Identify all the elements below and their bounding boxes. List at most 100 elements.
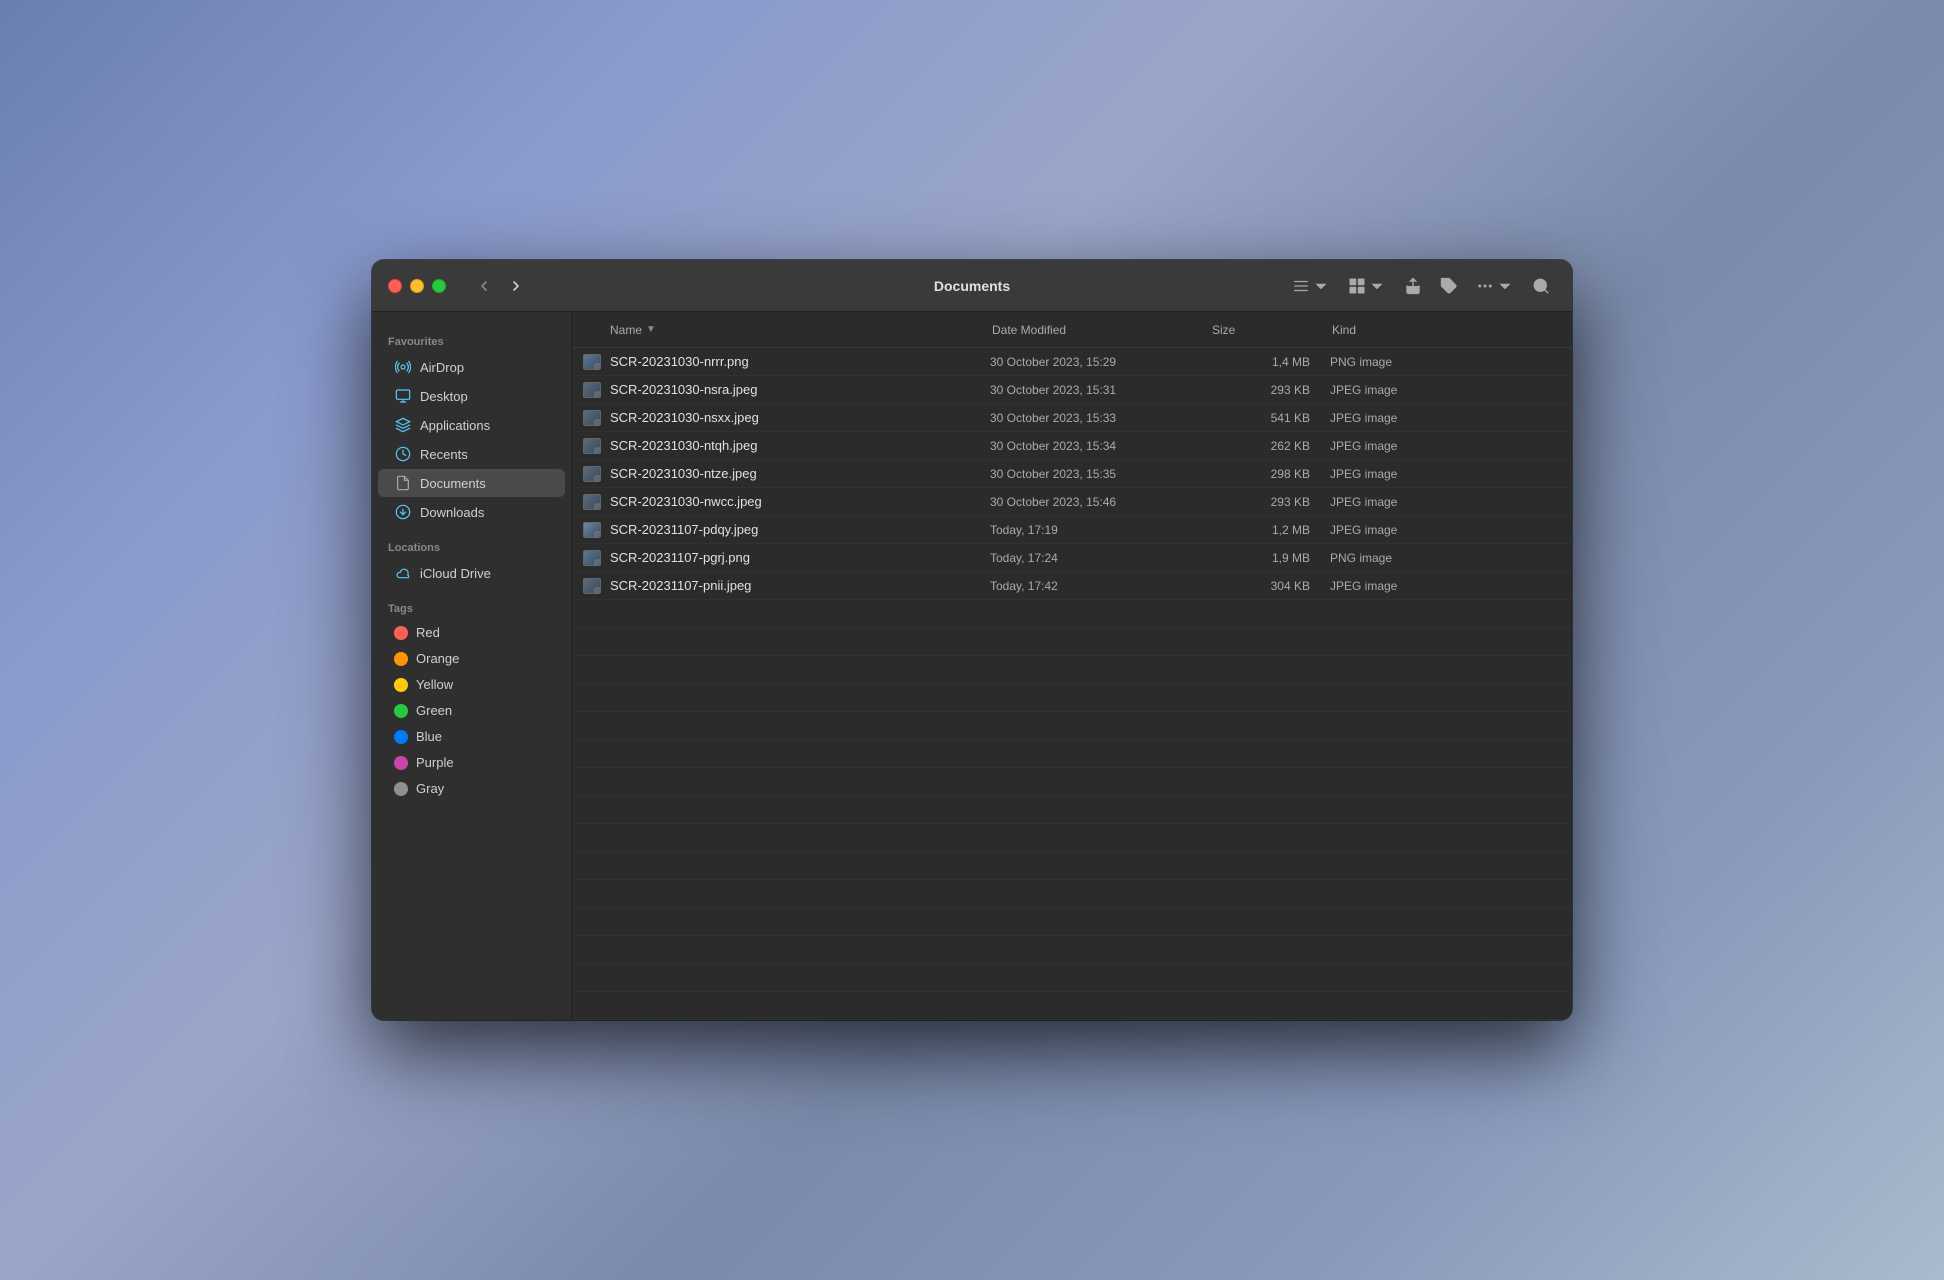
file-icon [582, 464, 602, 484]
file-date: 30 October 2023, 15:31 [990, 383, 1210, 397]
table-row[interactable]: SCR-20231107-pnii.jpeg Today, 17:42 304 … [572, 572, 1572, 600]
table-row[interactable]: SCR-20231107-pdqy.jpeg Today, 17:19 1,2 … [572, 516, 1572, 544]
file-kind: JPEG image [1330, 495, 1562, 509]
empty-row [572, 628, 1572, 656]
table-row[interactable]: SCR-20231030-nrrr.png 30 October 2023, 1… [572, 348, 1572, 376]
file-date: 30 October 2023, 15:46 [990, 495, 1210, 509]
tag-yellow-label: Yellow [416, 677, 453, 692]
file-size: 304 KB [1210, 579, 1330, 593]
tag-purple-label: Purple [416, 755, 454, 770]
sidebar-item-tag-gray[interactable]: Gray [378, 776, 565, 801]
file-icon [582, 548, 602, 568]
table-row[interactable]: SCR-20231030-nsra.jpeg 30 October 2023, … [572, 376, 1572, 404]
table-row[interactable]: SCR-20231030-ntqh.jpeg 30 October 2023, … [572, 432, 1572, 460]
tag-gray-label: Gray [416, 781, 444, 796]
empty-row [572, 992, 1572, 1020]
yellow-tag-dot [394, 678, 408, 692]
file-size: 293 KB [1210, 495, 1330, 509]
empty-row [572, 852, 1572, 880]
empty-row [572, 740, 1572, 768]
sidebar-item-tag-blue[interactable]: Blue [378, 724, 565, 749]
list-view-button[interactable] [1286, 273, 1336, 299]
tag-red-label: Red [416, 625, 440, 640]
downloads-label: Downloads [420, 505, 484, 520]
file-name: SCR-20231030-nsra.jpeg [610, 382, 990, 397]
more-options-button[interactable] [1470, 273, 1520, 299]
blue-tag-dot [394, 730, 408, 744]
file-icon [582, 380, 602, 400]
sidebar-item-icloud[interactable]: iCloud Drive [378, 559, 565, 587]
tag-green-label: Green [416, 703, 452, 718]
maximize-button[interactable] [432, 279, 446, 293]
file-rows: SCR-20231030-nrrr.png 30 October 2023, 1… [572, 348, 1572, 1020]
share-button[interactable] [1398, 273, 1428, 299]
empty-row [572, 712, 1572, 740]
back-button[interactable] [470, 272, 498, 300]
sidebar-item-applications[interactable]: Applications [378, 411, 565, 439]
applications-icon [394, 416, 412, 434]
file-icon [582, 520, 602, 540]
sidebar: Favourites AirDrop [372, 312, 572, 1020]
recents-label: Recents [420, 447, 468, 462]
red-tag-dot [394, 626, 408, 640]
file-date: 30 October 2023, 15:33 [990, 411, 1210, 425]
sidebar-item-tag-red[interactable]: Red [378, 620, 565, 645]
file-size: 1,2 MB [1210, 523, 1330, 537]
file-size: 293 KB [1210, 383, 1330, 397]
sidebar-item-desktop[interactable]: Desktop [378, 382, 565, 410]
file-name: SCR-20231107-pdqy.jpeg [610, 522, 990, 537]
applications-label: Applications [420, 418, 490, 433]
sidebar-item-tag-yellow[interactable]: Yellow [378, 672, 565, 697]
column-header-date[interactable]: Date Modified [992, 323, 1212, 337]
file-name: SCR-20231030-ntze.jpeg [610, 466, 990, 481]
finder-window: Documents [372, 260, 1572, 1020]
title-bar: Documents [372, 260, 1572, 312]
desktop-label: Desktop [420, 389, 468, 404]
file-kind: JPEG image [1330, 523, 1562, 537]
documents-label: Documents [420, 476, 486, 491]
file-size: 1,9 MB [1210, 551, 1330, 565]
purple-tag-dot [394, 756, 408, 770]
file-kind: JPEG image [1330, 411, 1562, 425]
icloud-icon [394, 564, 412, 582]
file-thumbnail [583, 494, 601, 510]
file-size: 1,4 MB [1210, 355, 1330, 369]
table-row[interactable]: SCR-20231030-ntze.jpeg 30 October 2023, … [572, 460, 1572, 488]
empty-row [572, 824, 1572, 852]
file-kind: JPEG image [1330, 467, 1562, 481]
table-row[interactable]: SCR-20231030-nwcc.jpeg 30 October 2023, … [572, 488, 1572, 516]
file-icon [582, 436, 602, 456]
column-header-kind[interactable]: Kind [1332, 323, 1562, 337]
sidebar-item-downloads[interactable]: Downloads [378, 498, 565, 526]
green-tag-dot [394, 704, 408, 718]
minimize-button[interactable] [410, 279, 424, 293]
documents-icon [394, 474, 412, 492]
sidebar-item-documents[interactable]: Documents [378, 469, 565, 497]
desktop-icon [394, 387, 412, 405]
sidebar-item-recents[interactable]: Recents [378, 440, 565, 468]
table-row[interactable]: SCR-20231030-nsxx.jpeg 30 October 2023, … [572, 404, 1572, 432]
file-kind: JPEG image [1330, 579, 1562, 593]
sidebar-item-tag-orange[interactable]: Orange [378, 646, 565, 671]
favourites-section-title: Favourites [372, 328, 571, 352]
gray-tag-dot [394, 782, 408, 796]
column-headers: Name ▼ Date Modified Size Kind [572, 312, 1572, 348]
forward-button[interactable] [502, 272, 530, 300]
tag-blue-label: Blue [416, 729, 442, 744]
search-button[interactable] [1526, 273, 1556, 299]
file-name: SCR-20231030-nwcc.jpeg [610, 494, 990, 509]
empty-row [572, 880, 1572, 908]
column-header-name[interactable]: Name ▼ [582, 323, 992, 337]
sidebar-item-airdrop[interactable]: AirDrop [378, 353, 565, 381]
tag-button[interactable] [1434, 273, 1464, 299]
sidebar-item-tag-green[interactable]: Green [378, 698, 565, 723]
file-name: SCR-20231030-nsxx.jpeg [610, 410, 990, 425]
file-list-area: Name ▼ Date Modified Size Kind [572, 312, 1572, 1020]
close-button[interactable] [388, 279, 402, 293]
grid-view-button[interactable] [1342, 273, 1392, 299]
table-row[interactable]: SCR-20231107-pgrj.png Today, 17:24 1,9 M… [572, 544, 1572, 572]
content-area: Favourites AirDrop [372, 312, 1572, 1020]
sidebar-item-tag-purple[interactable]: Purple [378, 750, 565, 775]
column-header-size[interactable]: Size [1212, 323, 1332, 337]
file-thumbnail [583, 354, 601, 370]
